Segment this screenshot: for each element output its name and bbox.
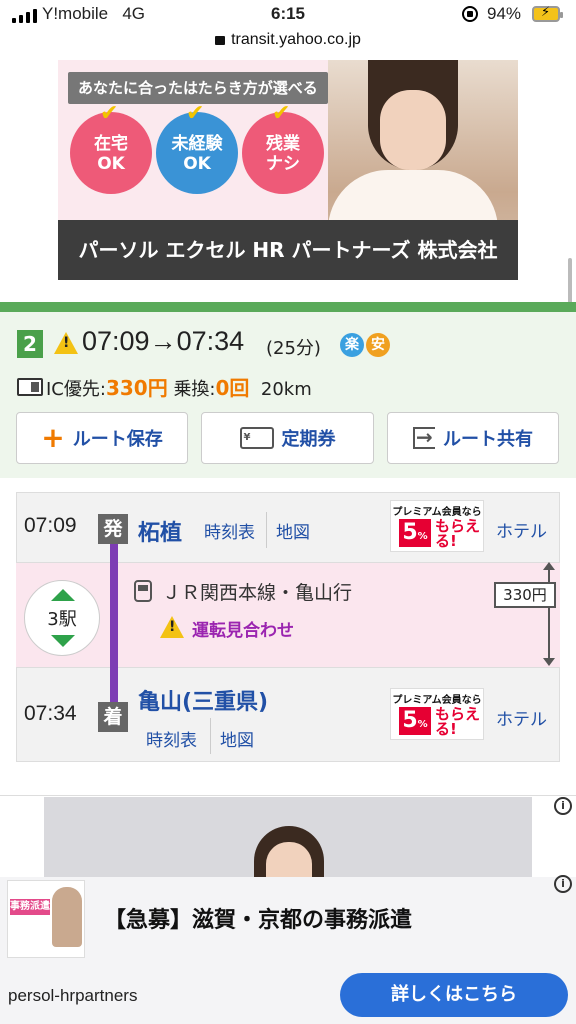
ad-badge-remote: ✔ 在宅 OK (70, 103, 152, 194)
check-icon: ✔ (272, 101, 291, 126)
ad-company-name: パーソル エクセル HR パートナーズ 株式会社 (58, 220, 518, 280)
badge-cheap: 安 (366, 333, 390, 357)
arrival-time: 07:34 (24, 702, 77, 725)
status-bar: Y!mobile 4G 6:15 94% ⚡ transit.yahoo.co.… (0, 0, 576, 60)
ad-info-icon[interactable]: i (554, 797, 572, 815)
check-icon: ✔ (186, 101, 205, 126)
route-divider (0, 302, 576, 312)
route-duration: (25分) (266, 338, 321, 359)
ic-card-icon (17, 378, 43, 396)
save-route-button[interactable]: + ルート保存 (16, 412, 188, 464)
expand-up-icon (51, 589, 75, 601)
check-icon: ✔ (100, 101, 119, 126)
route-rank-badge: 2 (17, 330, 43, 358)
line-name: ＪＲ関西本線・亀山行 (162, 582, 353, 604)
premium-promo[interactable]: プレミアム会員なら 5% もらえる! (390, 500, 484, 552)
arrival-station[interactable]: 亀山(三重県) (138, 684, 268, 716)
charging-icon: ⚡ (541, 5, 551, 20)
plus-icon: + (41, 421, 65, 454)
fare-range-arrow (543, 562, 555, 666)
url-text: transit.yahoo.co.jp (231, 31, 361, 48)
ad-cta-button[interactable]: 詳しくはこちら (340, 973, 568, 1017)
expand-down-icon (51, 635, 75, 647)
arrival-hotel-link[interactable]: ホテル (496, 705, 547, 730)
route-time: 07:09→07:34 (82, 326, 245, 356)
ad-domain: persol-hrpartners (8, 986, 138, 1005)
ad-person-face (380, 90, 446, 170)
arrival-timetable-link[interactable]: 時刻表 (146, 726, 197, 751)
commuter-pass-icon: ¥ (239, 427, 274, 449)
delay-notice[interactable]: 運転見合わせ (192, 616, 294, 641)
departure-map-link[interactable]: 地図 (276, 518, 310, 543)
divider (210, 718, 211, 754)
ad-headline[interactable]: 【急募】滋賀・京都の事務派遣 (104, 902, 412, 934)
departure-station[interactable]: 柘植 (138, 515, 182, 547)
ad-banner-top[interactable]: あなたに合ったはたらき方が選べる ✔ 在宅 OK ✔ 未経験 OK ✔ 残業 ナシ パ… (58, 60, 518, 280)
ad-tagline: あなたに合ったはたらき方が選べる (68, 72, 328, 104)
arrival-map-link[interactable]: 地図 (220, 726, 254, 751)
line-color-bar (110, 541, 118, 709)
warning-icon (54, 332, 78, 354)
share-route-button[interactable]: ルート共有 (387, 412, 559, 464)
departure-mark: 発 (98, 514, 128, 544)
address-bar[interactable]: transit.yahoo.co.jp (0, 31, 576, 49)
stations-toggle[interactable]: 3駅 (24, 580, 100, 656)
badge-comfortable: 楽 (340, 333, 364, 357)
lock-icon (215, 36, 226, 45)
battery-percent: 94% (487, 4, 522, 23)
warning-icon (160, 616, 184, 638)
commuter-pass-button[interactable]: ¥ 定期券 (201, 412, 374, 464)
premium-promo[interactable]: プレミアム会員なら 5% もらえる! (390, 688, 484, 740)
departure-timetable-link[interactable]: 時刻表 (204, 518, 255, 543)
segment-fare: 330円 (494, 582, 556, 608)
departure-time: 07:09 (24, 514, 77, 537)
ad-badge-no-overtime: ✔ 残業 ナシ (242, 103, 324, 194)
divider (266, 512, 267, 548)
ad-info-icon[interactable]: i (554, 875, 572, 893)
ad-badge-inexperienced: ✔ 未経験 OK (156, 103, 238, 194)
train-icon (134, 580, 152, 602)
share-icon (413, 425, 435, 449)
ad-thumbnail-person (52, 887, 82, 947)
ad-person-face (266, 842, 312, 880)
route-info: IC優先:330円 乗換:0回 20km (46, 376, 312, 400)
rotation-lock-icon (462, 6, 478, 22)
departure-hotel-link[interactable]: ホテル (496, 517, 547, 542)
ad-thumbnail[interactable]: 事務派遣 (7, 880, 85, 958)
arrival-mark: 着 (98, 702, 128, 732)
